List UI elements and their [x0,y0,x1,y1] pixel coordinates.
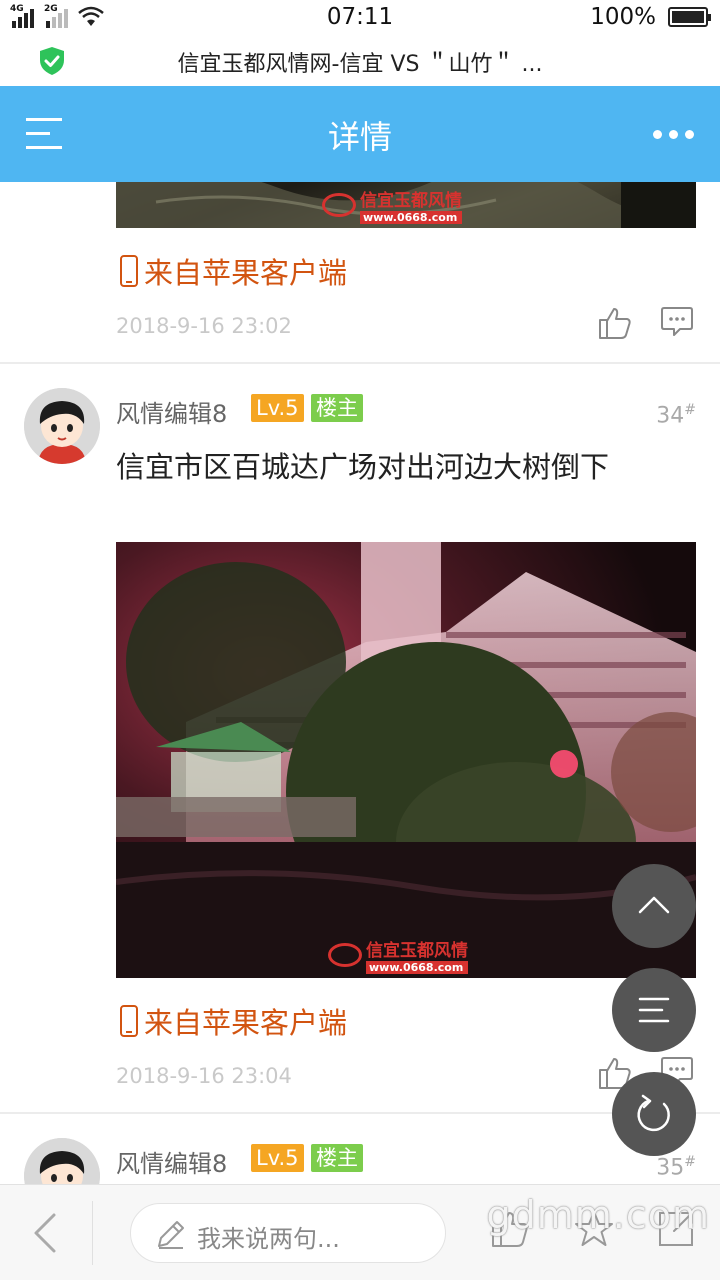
floor-value: 34 [656,403,685,429]
username[interactable]: 风情编辑8 [116,394,227,429]
host-badge: 楼主 [311,394,363,422]
watermark-logo-icon [322,193,356,217]
battery-status: 100% [590,4,711,30]
source-label: 来自苹果客户端 [120,250,347,292]
thumbs-up-icon[interactable] [598,306,632,340]
post-image[interactable]: 信宜玉都风情 www.0668.com [116,182,696,228]
app-header: 详情 [0,86,720,182]
status-bar: 4G 2G 07:11 100% [0,0,720,38]
list-menu-button[interactable] [612,968,696,1052]
avatar[interactable] [24,388,100,464]
bottom-toolbar: 我来说两句... gdmm.com [0,1184,720,1280]
post-timestamp: 2018-9-16 23:04 [116,1064,292,1088]
list-menu-icon [638,997,670,1023]
battery-percent: 100% [590,4,656,30]
post-image[interactable]: 信宜玉都风情 www.0668.com [116,542,696,978]
watermark-brand: 信宜玉都风情 [366,941,468,961]
watermark: 信宜玉都风情 www.0668.com [322,186,462,224]
level-badge: Lv.5 [251,394,304,422]
floor-mark: # [684,402,696,418]
refresh-icon [637,1094,670,1132]
chevron-left-icon[interactable] [30,1211,60,1255]
chevron-up-icon [638,896,670,914]
source-text: 来自苹果客户端 [144,1006,348,1040]
avatar-image [24,1138,100,1184]
username[interactable]: 风情编辑8 [116,1144,227,1179]
avatar-image [24,388,100,464]
watermark-logo-icon [328,943,362,967]
reply-input[interactable]: 我来说两句... [130,1203,446,1263]
post-timestamp: 2018-9-16 23:02 [116,314,292,338]
watermark-brand: 信宜玉都风情 [360,191,462,211]
watermark-url: www.0668.com [360,211,462,224]
host-badge: 楼主 [311,1144,363,1172]
source-text: 来自苹果客户端 [144,256,348,290]
phone-icon [120,1005,138,1037]
comment-icon[interactable] [660,306,694,338]
floor-number: 35# [656,1154,696,1180]
page-url-title: 信宜玉都风情网-信宜 VS ＂山竹＂ ... [177,52,543,77]
watermark-url: www.0668.com [366,961,468,974]
fallen-tree-photo [116,542,696,978]
browser-title-bar[interactable]: 信宜玉都风情网-信宜 VS ＂山竹＂ ... [0,38,720,86]
post-body-text: 信宜市区百城达广场对出河边大树倒下 [116,450,610,484]
page-title: 详情 [327,118,392,156]
site-watermark: gdmm.com [486,1193,710,1237]
battery-icon [668,7,711,27]
watermark: 信宜玉都风情 www.0668.com [328,936,468,974]
floor-mark: # [684,1154,696,1170]
post-divider [0,362,720,364]
phone-icon [120,255,138,287]
refresh-button[interactable] [612,1072,696,1156]
scroll-top-button[interactable] [612,864,696,948]
toolbar-divider [92,1201,93,1265]
level-badge: Lv.5 [251,1144,304,1172]
reply-input-placeholder: 我来说两句... [197,1225,340,1253]
floor-number: 34# [656,402,696,428]
app-screen: 4G 2G 07:11 100% 信宜玉都风情网-信宜 VS ＂山竹＂ ... [0,0,720,1280]
more-dots-icon[interactable] [653,130,694,139]
avatar[interactable] [24,1138,100,1184]
floor-value: 35 [656,1155,685,1181]
pencil-icon [158,1221,184,1249]
source-label: 来自苹果客户端 [120,1000,347,1042]
